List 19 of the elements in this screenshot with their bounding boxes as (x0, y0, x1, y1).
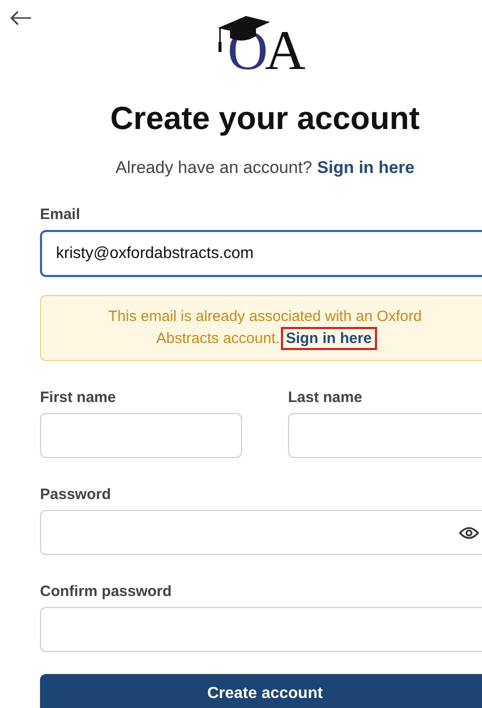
email-field[interactable]: kristy@oxfordabstracts.com (40, 230, 482, 277)
signin-prompt: Already have an account? (116, 158, 312, 178)
password-field[interactable] (40, 607, 482, 652)
password-field[interactable] (40, 510, 482, 555)
create-account-button[interactable]: Create account (40, 674, 482, 708)
sign-in-link[interactable]: Sign in here (317, 158, 414, 178)
text-field[interactable] (288, 413, 482, 458)
field-label: Last name (288, 389, 364, 406)
alert-message: This email is already associated with an Oxford Abstracts account. Sign in here (81, 306, 449, 350)
back-arrow-icon[interactable] (10, 10, 32, 26)
field-label: Confirm password (40, 583, 173, 600)
page-title: Create your account (109, 99, 421, 138)
text-field[interactable] (40, 413, 242, 458)
eye-icon[interactable] (459, 526, 479, 540)
logo-letter: A (265, 26, 302, 76)
sign-in-link[interactable]: Sign in here (284, 330, 374, 347)
field-label: Password (40, 486, 112, 503)
field-label: First name (40, 389, 117, 406)
field-label: Email (40, 206, 82, 223)
